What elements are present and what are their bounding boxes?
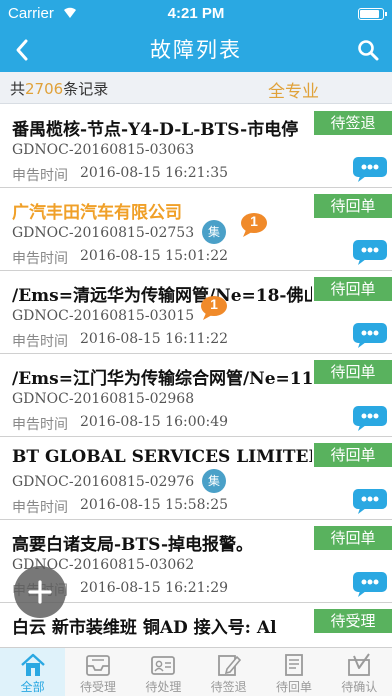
page-title: 故障列表 [150, 38, 242, 62]
search-icon [358, 40, 379, 61]
item-title: 白云 新市装维班 铜AD 接入号: Al [12, 618, 277, 638]
status-badge: 待受理 [314, 609, 392, 633]
time-label: 申告时间 [12, 251, 68, 267]
chat-bubble-icon[interactable] [352, 570, 388, 602]
chat-bubble-icon[interactable] [352, 404, 388, 436]
tab-pending-process[interactable]: 待处理 [131, 648, 196, 696]
item-code: GDNOC-20160815-02968 [12, 391, 195, 407]
chat-bubble-icon[interactable] [352, 155, 388, 187]
fault-list: 番禺榄核-节点-Y4-D-L-BTS-市电停 待签退 GDNOC-2016081… [0, 105, 392, 647]
item-title: BT GLOBAL SERVICES LIMITED [12, 447, 312, 467]
check-box-icon [348, 653, 371, 676]
add-button[interactable] [14, 566, 66, 618]
id-card-icon [151, 656, 176, 675]
unread-count-badge: 1 [200, 295, 228, 321]
home-icon [20, 653, 45, 676]
plus-icon [28, 580, 52, 604]
search-button[interactable] [350, 32, 386, 68]
status-badge: 待回单 [314, 277, 392, 301]
status-badge: 待回单 [314, 443, 392, 467]
item-code: GDNOC-20160815-02976 [12, 474, 195, 490]
list-item[interactable]: 广汽丰田汽车有限公司 待回单 GDNOC-20160815-02753 集 1 … [0, 188, 392, 271]
item-time: 2016-08-15 16:11:22 [80, 331, 229, 347]
item-time: 2016-08-15 15:58:25 [80, 497, 229, 513]
time-label: 申告时间 [12, 500, 68, 516]
list-item[interactable]: /Ems=清远华为传输网管/Ne=18-佛山 待回单 GDNOC-2016081… [0, 271, 392, 354]
status-badge: 待回单 [314, 360, 392, 384]
item-code: GDNOC-20160815-03063 [12, 142, 195, 158]
collective-badge: 集 [202, 220, 226, 244]
record-count: 共2706条记录 [10, 80, 109, 98]
list-item[interactable]: 番禺榄核-节点-Y4-D-L-BTS-市电停 待签退 GDNOC-2016081… [0, 105, 392, 188]
chat-bubble-icon[interactable] [352, 487, 388, 519]
item-title: /Ems=清远华为传输网管/Ne=18-佛山 [12, 286, 312, 306]
item-time: 2016-08-15 16:21:35 [80, 165, 229, 181]
time-label: 申告时间 [12, 168, 68, 184]
collective-badge: 集 [202, 469, 226, 493]
edit-icon [217, 655, 241, 676]
item-code: GDNOC-20160815-03015 [12, 308, 195, 324]
tab-pending-confirm[interactable]: 待确认 [327, 648, 392, 696]
status-bar: Carrier 4:21 PM [0, 0, 392, 28]
tab-all[interactable]: 全部 [0, 648, 66, 696]
chat-bubble-icon[interactable] [352, 321, 388, 353]
item-code: GDNOC-20160815-02753 [12, 225, 195, 241]
tab-pending-reply[interactable]: 待回单 [261, 648, 326, 696]
chat-bubble-icon[interactable] [352, 238, 388, 270]
tab-pending-accept[interactable]: 待受理 [65, 648, 130, 696]
time-label: 申告时间 [12, 417, 68, 433]
item-title: /Ems=江门华为传输综合网管/Ne=11 [12, 369, 312, 389]
tab-pending-signout[interactable]: 待签退 [196, 648, 261, 696]
item-time: 2016-08-15 16:00:49 [80, 414, 229, 430]
filter-bar: 共2706条记录 全专业 [0, 72, 392, 104]
time-label: 申告时间 [12, 334, 68, 350]
list-item[interactable]: BT GLOBAL SERVICES LIMITED 待回单 GDNOC-201… [0, 437, 392, 520]
nav-bar: 故障列表 [0, 28, 392, 72]
tab-bar: 全部 待受理 待处理 待签退 待回单 待确认 [0, 647, 392, 696]
unread-count-badge: 1 [240, 212, 268, 238]
status-badge: 待签退 [314, 111, 392, 135]
status-badge: 待回单 [314, 526, 392, 550]
inbox-icon [86, 655, 110, 676]
battery-icon [358, 8, 387, 20]
item-time: 2016-08-15 15:01:22 [80, 248, 229, 264]
item-title: 高要白诸支局-BTS-掉电报警。 [12, 535, 254, 555]
item-title: 番禺榄核-节点-Y4-D-L-BTS-市电停 [12, 120, 299, 140]
category-filter[interactable]: 全专业 [268, 77, 319, 102]
status-badge: 待回单 [314, 194, 392, 218]
document-icon [285, 654, 303, 676]
clock: 4:21 PM [167, 5, 225, 22]
list-item[interactable]: /Ems=江门华为传输综合网管/Ne=11 待回单 GDNOC-20160815… [0, 354, 392, 437]
item-time: 2016-08-15 16:21:29 [80, 580, 229, 596]
